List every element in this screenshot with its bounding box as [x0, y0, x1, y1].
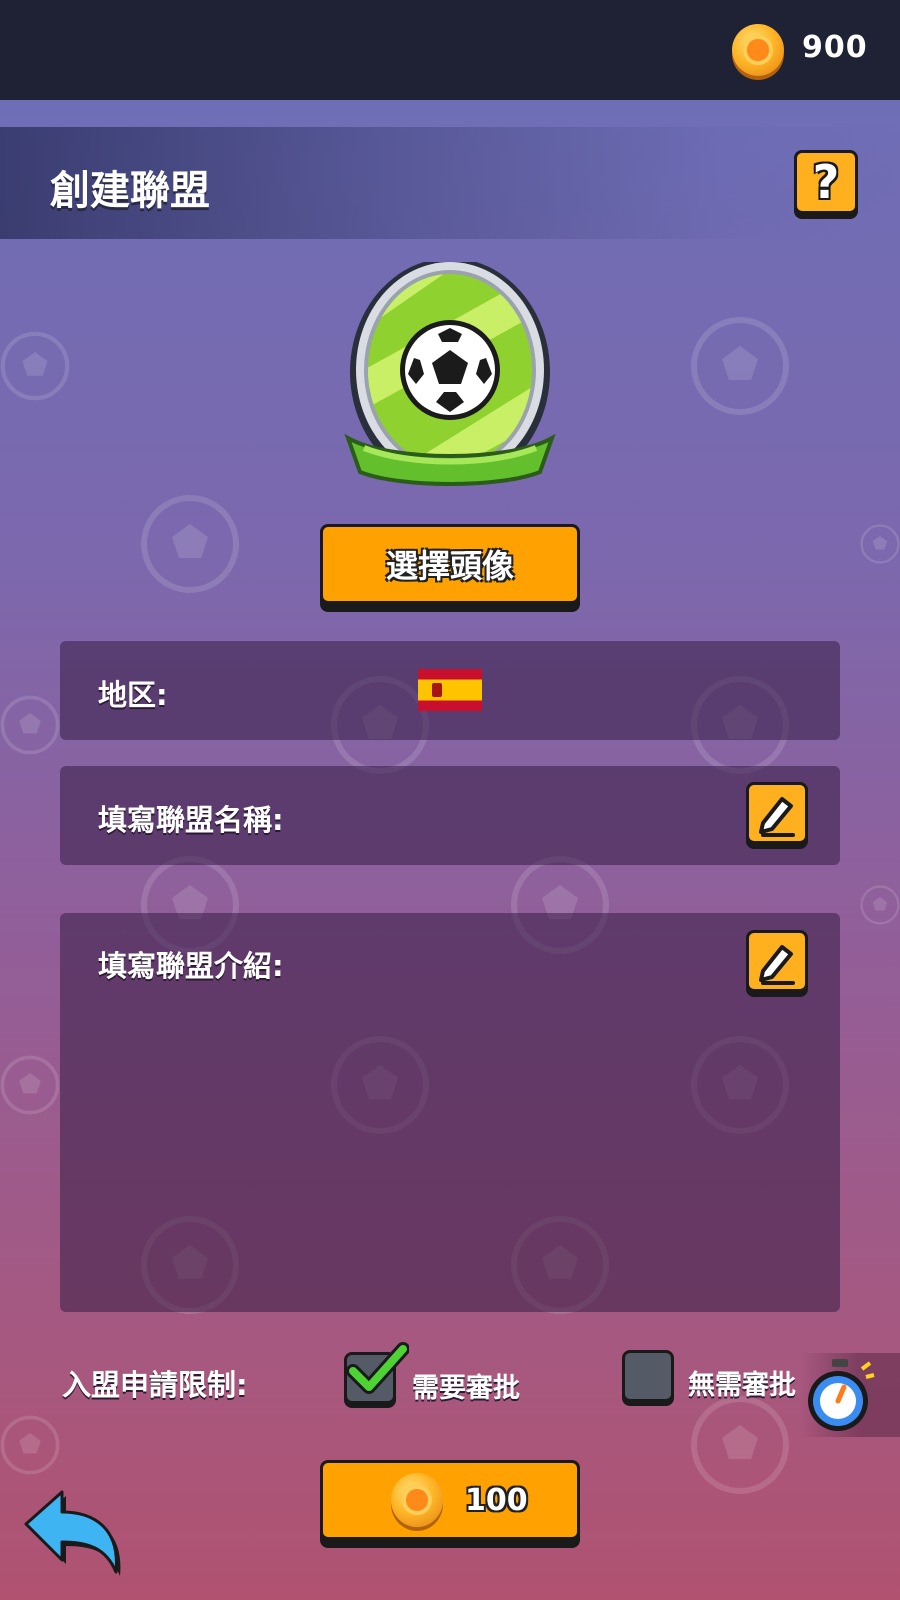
select-avatar-label: 選擇頭像 [385, 547, 514, 585]
edit-name-button[interactable] [746, 782, 808, 844]
join-restriction-label: 入盟申請限制: [62, 1368, 248, 1402]
approval-required-label: 需要審批 [412, 1373, 520, 1404]
stopwatch-icon [808, 1359, 875, 1431]
coin-count: 900 [802, 30, 868, 65]
spain-flag-icon[interactable] [418, 669, 482, 711]
select-avatar-button[interactable]: 選擇頭像 [320, 524, 580, 604]
approval-required-checkbox[interactable] [344, 1342, 409, 1404]
pencil-edit-icon [759, 945, 795, 985]
stopwatch-container [800, 1353, 900, 1437]
no-approval-label: 無需審批 [688, 1370, 796, 1401]
gold-coin-icon [732, 24, 784, 76]
region-label: 地区: [98, 678, 168, 712]
create-cost: 100 [465, 1483, 528, 1518]
alliance-name-label: 填寫聯盟名稱: [98, 803, 284, 837]
alliance-intro-label: 填寫聯盟介紹: [98, 949, 284, 983]
top-bar: 900 [0, 0, 900, 100]
gold-coin-icon [391, 1473, 443, 1527]
question-mark-icon: ? [812, 155, 840, 209]
no-approval-checkbox[interactable] [622, 1350, 674, 1402]
pencil-edit-icon [759, 797, 795, 837]
create-alliance-button[interactable]: 100 [320, 1460, 580, 1540]
soccer-ball-badge-icon [344, 262, 556, 486]
help-button[interactable]: ? [794, 150, 858, 214]
edit-intro-button[interactable] [746, 930, 808, 992]
back-arrow-icon[interactable] [22, 1486, 126, 1578]
page-title: 創建聯盟 [50, 168, 210, 214]
checkmark-icon [346, 1342, 409, 1394]
